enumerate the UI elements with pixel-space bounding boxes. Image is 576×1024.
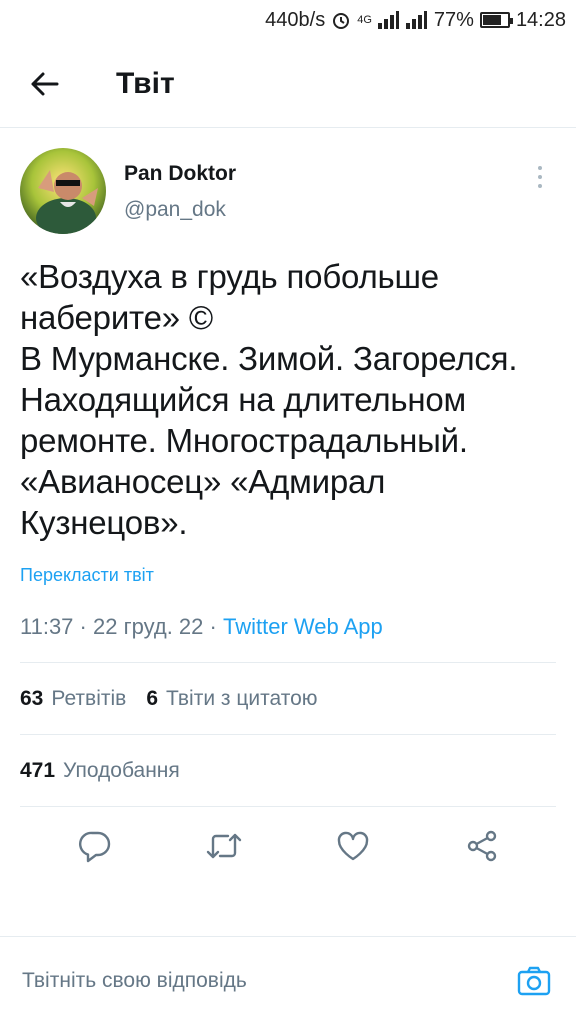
tweet-metadata: 11:37 · 22 груд. 22 · Twitter Web App [20, 614, 556, 640]
author-row: Pan Doktor @pan_dok [20, 148, 556, 238]
retweet-icon [206, 833, 241, 859]
likes-stat[interactable]: 471 Уподобання [20, 759, 180, 783]
reply-icon [78, 831, 110, 863]
battery-percent: 77% [433, 8, 474, 31]
meta-separator: · [209, 614, 217, 639]
retweets-label: Ретвітів [51, 686, 127, 710]
heart-icon [337, 831, 368, 861]
stats-row-retweets: 63 Ретвітів 6 Твіти з цитатою [20, 663, 556, 734]
tweet-detail: Pan Doktor @pan_dok «Воздуха в грудь поб… [0, 128, 576, 885]
quotes-stat[interactable]: 6 Твіти з цитатою [146, 687, 317, 711]
tweet-source-link[interactable]: Twitter Web App [223, 614, 383, 639]
reply-input[interactable]: Твітніть свою відповідь [22, 969, 247, 993]
retweet-button[interactable] [199, 821, 249, 871]
page-title: Твіт [116, 66, 175, 100]
author-display-name[interactable]: Pan Doktor [124, 162, 236, 186]
signal-icon-2 [405, 11, 428, 29]
reply-button[interactable] [70, 821, 120, 871]
quotes-count: 6 [146, 686, 158, 710]
meta-separator: · [79, 614, 87, 639]
retweets-stat[interactable]: 63 Ретвітів [20, 687, 126, 711]
battery-icon [479, 12, 513, 28]
tweet-text: «Воздуха в грудь побольше наберите» © В … [20, 258, 518, 541]
status-bar: 440b/s 4G 77% 14:28 [0, 0, 576, 40]
share-icon [467, 830, 496, 862]
tweet-actions [20, 807, 556, 885]
alarm-icon [331, 10, 351, 30]
tweet-time: 11:37 [20, 614, 74, 639]
back-button[interactable] [14, 54, 74, 114]
clock: 14:28 [515, 8, 566, 31]
camera-icon [517, 966, 551, 995]
top-app-bar: Твіт [0, 40, 576, 128]
stats-row-likes: 471 Уподобання [20, 735, 556, 806]
likes-label: Уподобання [63, 758, 180, 782]
tweet-date: 22 груд. 22 [93, 614, 204, 639]
network-type-icon: 4G [357, 14, 372, 26]
network-speed: 440b/s [265, 8, 326, 31]
share-button[interactable] [457, 821, 507, 871]
retweets-count: 63 [20, 686, 44, 710]
likes-count: 471 [20, 758, 56, 782]
reply-composer: Твітніть свою відповідь [0, 936, 576, 1024]
arrow-left-icon [31, 72, 59, 95]
translate-tweet-link[interactable]: Перекласти твіт [20, 565, 154, 586]
quotes-label: Твіти з цитатою [166, 686, 318, 710]
signal-icon [377, 11, 400, 29]
avatar[interactable] [20, 148, 106, 234]
more-options-icon[interactable] [528, 162, 552, 192]
author-handle[interactable]: @pan_dok [124, 198, 236, 222]
camera-button[interactable] [514, 961, 554, 1001]
like-button[interactable] [328, 821, 378, 871]
